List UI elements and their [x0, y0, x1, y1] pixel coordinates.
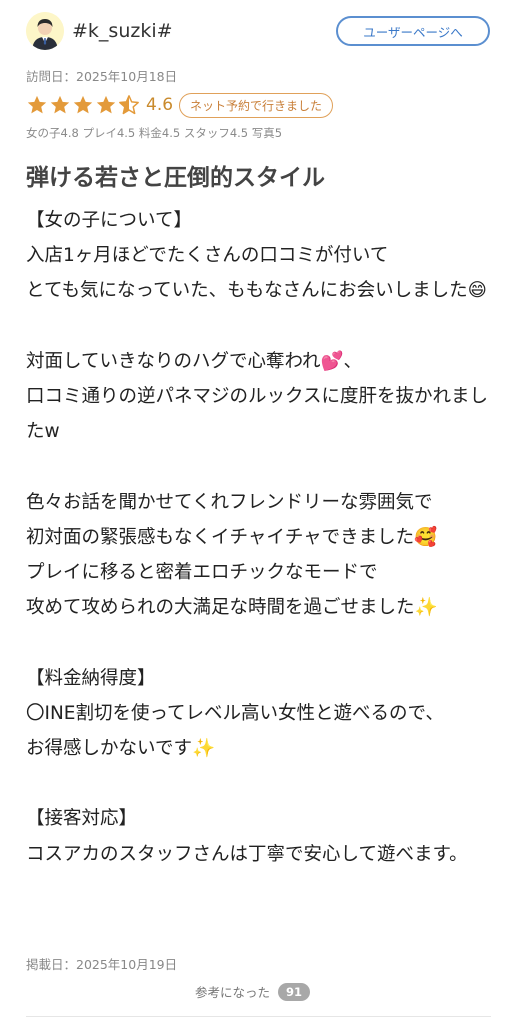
- sub-scores: 女の子4.8 プレイ4.5 料金4.5 スタッフ4.5 写真5: [26, 126, 283, 140]
- helpful-label: 参考になった: [194, 985, 270, 1000]
- star-filled-icon: [96, 95, 116, 114]
- username[interactable]: #k_suzki#: [72, 20, 173, 42]
- reviewer-header: #k_suzki# ユーザーページへ: [26, 12, 490, 52]
- helpful-button[interactable]: 参考になった 91: [0, 982, 505, 1001]
- star-filled-icon: [27, 95, 47, 114]
- rating-value: 4.6: [146, 95, 174, 115]
- helpful-count-badge: 91: [278, 982, 311, 1001]
- visit-date: 訪問日：2025年10月18日: [26, 69, 178, 84]
- star-rating: [26, 94, 140, 116]
- net-reservation-badge: ネット予約で行きました: [179, 92, 334, 118]
- review-title: 弾ける若さと圧倒的スタイル: [26, 165, 325, 191]
- divider: [26, 1016, 491, 1017]
- rating-row: 4.6 ネット予約で行きました: [26, 92, 334, 118]
- review-body: 【女の子について】 入店1ヶ月ほどでたくさんの口コミが付いて とても気になってい…: [26, 210, 488, 865]
- user-page-button[interactable]: ユーザーページへ: [336, 16, 490, 46]
- star-filled-icon: [50, 95, 70, 114]
- star-filled-icon: [73, 95, 93, 114]
- star-half-icon: [119, 95, 139, 115]
- posted-date: 掲載日：2025年10月19日: [26, 957, 178, 972]
- person-avatar-icon[interactable]: [26, 12, 64, 50]
